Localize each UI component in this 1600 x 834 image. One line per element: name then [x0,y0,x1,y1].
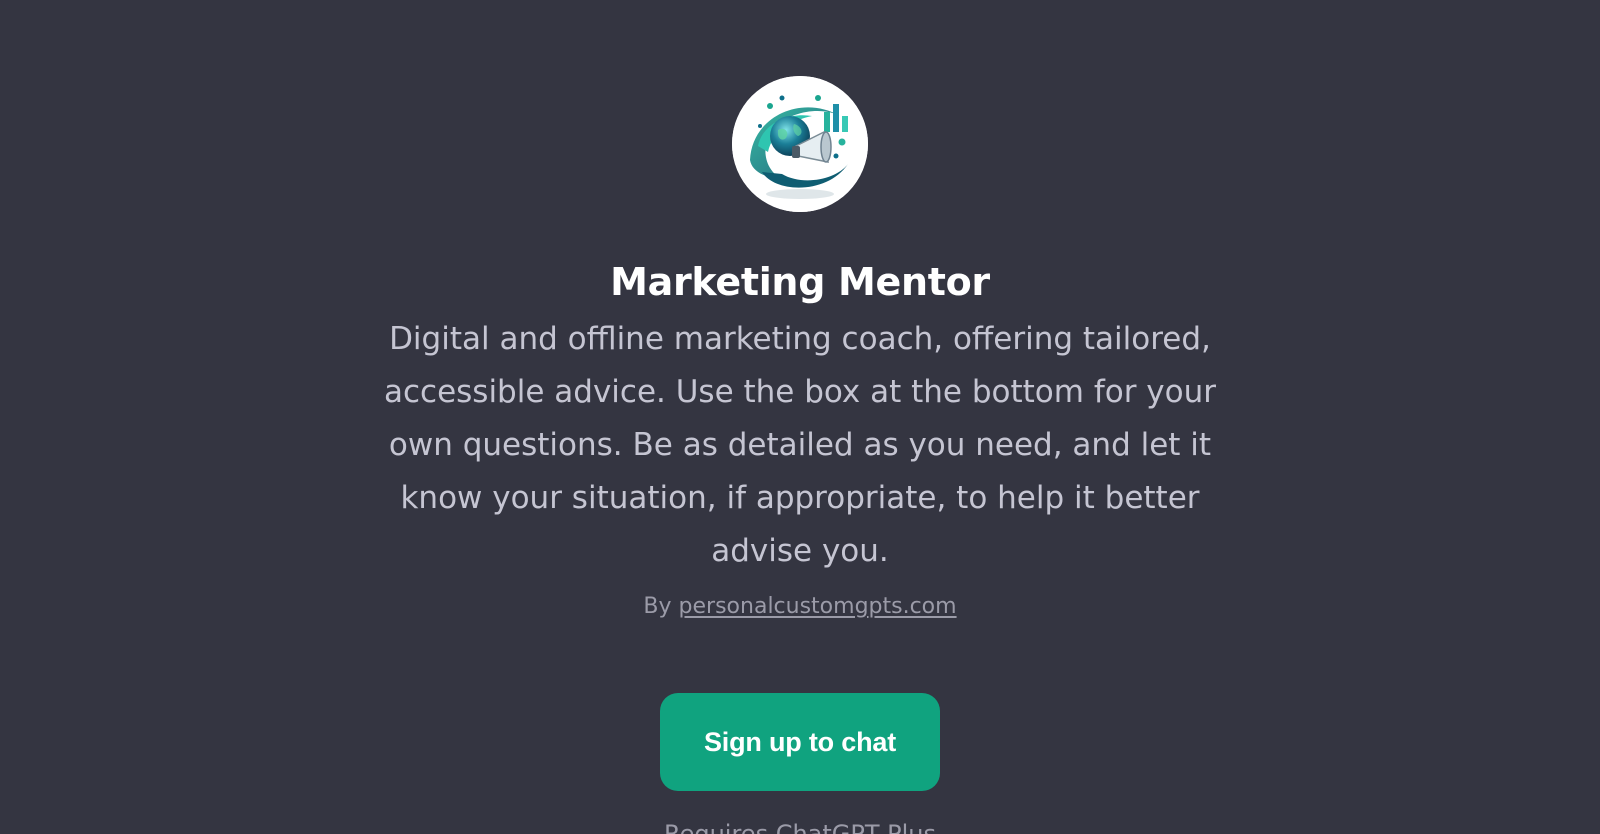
gpt-avatar [732,76,868,212]
by-prefix: By [643,594,672,619]
gpt-title: Marketing Mentor [610,260,990,304]
author-byline: By personalcustomgpts.com [0,591,1600,623]
requires-plus-note: Requires ChatGPT Plus [663,820,936,834]
signup-to-chat-button[interactable]: Sign up to chat [660,693,940,791]
gpt-description: Digital and offline marketing coach, off… [383,321,1217,569]
marketing-globe-megaphone-icon [732,76,868,212]
gpt-landing-page: Marketing Mentor Digital and offline mar… [0,0,1600,834]
author-link[interactable]: personalcustomgpts.com [679,594,957,619]
